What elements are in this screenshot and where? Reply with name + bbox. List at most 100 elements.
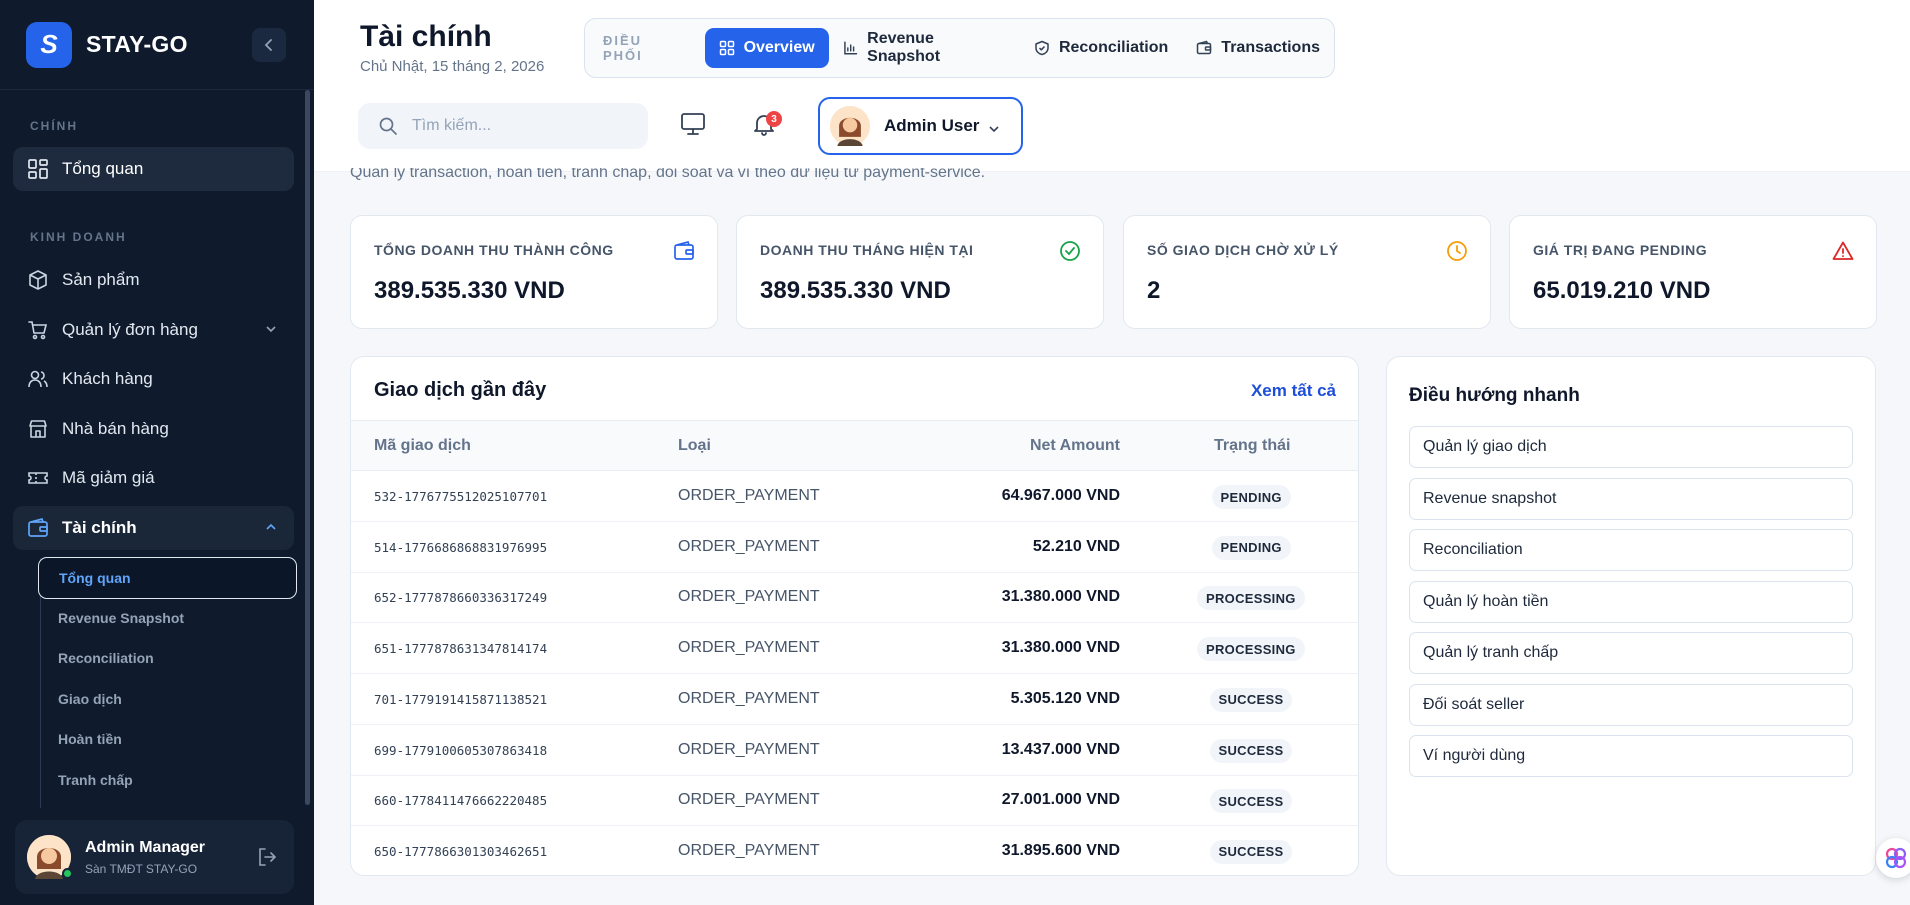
column-header-amount: Net Amount xyxy=(1029,437,1120,454)
recent-transactions-title: Giao dịch gần đây xyxy=(374,379,547,401)
sidebar-item-label: Sản phẩm xyxy=(62,270,140,289)
transaction-id: 532-1776775512025107701 xyxy=(374,489,548,504)
stat-value: 389.535.330 VND xyxy=(760,277,951,304)
stat-value: 65.019.210 VND xyxy=(1533,277,1711,304)
page-description: Quản lý transaction, hoàn tiền, tranh ch… xyxy=(350,168,986,181)
transaction-id: 514-1776686868831976995 xyxy=(374,539,548,555)
stat-card-total-revenue: TỔNG DOANH THU THÀNH CÔNG 389.535.330 VN… xyxy=(350,215,718,329)
table-row[interactable]: 701-1779191415871138521 ORDER_PAYMENT 5.30… xyxy=(351,674,1358,725)
dashboard-icon xyxy=(28,159,48,179)
sidebar-item-orders[interactable]: Quản lý đơn hàng xyxy=(13,308,294,352)
user-menu-button[interactable]: Admin User xyxy=(818,97,1023,155)
section-label-business: KINH DOANH xyxy=(30,230,127,244)
quick-nav-item[interactable]: Revenue snapshot xyxy=(1409,477,1853,520)
tab-label: Overview xyxy=(743,39,815,56)
users-icon xyxy=(28,370,48,388)
quick-nav-item[interactable]: Ví người dùng xyxy=(1409,735,1853,777)
column-header-status: Trạng thái xyxy=(1214,437,1291,454)
sidebar-item-sellers[interactable]: Nhà bán hàng xyxy=(13,407,294,451)
table-header: Mã giao dịch Loại Net Amount Trạng thái xyxy=(351,420,1358,471)
logo[interactable]: S xyxy=(26,21,72,68)
sidebar-item-overview[interactable]: Tổng quan xyxy=(13,147,294,191)
quick-nav-item[interactable]: Quản lý hoàn tiền xyxy=(1409,580,1853,623)
transaction-type: ORDER_PAYMENT xyxy=(678,841,820,859)
table-row[interactable]: 699-1779100605307863418 ORDER_PAYMENT 13.4… xyxy=(351,725,1358,776)
page-title: Tài chính xyxy=(360,20,492,53)
bar-chart-icon xyxy=(843,41,857,55)
tab-reconciliation[interactable]: Reconciliation xyxy=(1020,28,1182,68)
quick-nav-item[interactable]: Reconciliation xyxy=(1409,529,1853,571)
table-row[interactable]: 650-1777866301303462651 ORDER_PAYMENT 31.8… xyxy=(351,826,1358,875)
chevron-left-icon xyxy=(264,39,272,51)
sidebar-item-label: Mã giảm giá xyxy=(62,468,155,487)
sidebar-subitem-transactions[interactable]: Giao dịch xyxy=(58,691,122,707)
notification-badge: 3 xyxy=(766,111,782,127)
user-menu-name: Admin User xyxy=(884,116,980,135)
sidebar-subitem-disputes[interactable]: Tranh chấp xyxy=(58,772,133,788)
view-all-link[interactable]: Xem tất cả xyxy=(1251,381,1336,401)
sidebar-subitem-revenue-snapshot[interactable]: Revenue Snapshot xyxy=(58,610,184,626)
chevron-down-icon xyxy=(266,326,276,333)
sidebar-user-card[interactable]: Admin Manager Sàn TMĐT STAY-GO xyxy=(15,820,294,894)
status-badge: PROCESSING xyxy=(1197,586,1305,611)
quick-nav-item[interactable]: Quản lý tranh chấp xyxy=(1409,632,1853,674)
tab-overview[interactable]: Overview xyxy=(704,28,829,68)
stat-card-pending-count: SỐ GIAO DỊCH CHỜ XỬ LÝ 2 xyxy=(1123,215,1491,329)
table-row[interactable]: 514-1776686868831976995 ORDER_PAYMENT 52.2… xyxy=(351,522,1358,573)
collapse-sidebar-button[interactable] xyxy=(252,28,286,62)
sidebar-item-finance[interactable]: Tài chính xyxy=(13,506,294,550)
stat-label: GIÁ TRỊ ĐANG PENDING xyxy=(1533,242,1708,258)
transaction-type: ORDER_PAYMENT xyxy=(678,740,820,758)
cart-icon xyxy=(28,321,48,340)
tab-transactions[interactable]: Transactions xyxy=(1182,28,1334,68)
sidebar-item-label: Quản lý đơn hàng xyxy=(62,320,198,339)
sidebar-user-name: Admin Manager xyxy=(85,838,206,856)
logout-icon[interactable] xyxy=(256,846,278,868)
quick-nav-item[interactable]: Quản lý giao dịch xyxy=(1409,426,1853,468)
sidebar-item-customers[interactable]: Khách hàng xyxy=(13,357,294,401)
transaction-amount: 31.380.000 VND xyxy=(1001,639,1120,657)
transaction-id: 651-1777878631347814174 xyxy=(374,641,548,657)
tab-revenue-snapshot[interactable]: Revenue Snapshot xyxy=(829,28,1020,68)
avatar xyxy=(27,835,73,879)
online-status-dot xyxy=(62,868,73,879)
sidebar-item-label: Tài chính xyxy=(62,518,137,537)
stat-card-month-revenue: DOANH THU THÁNG HIỆN TẠI 389.535.330 VND xyxy=(736,215,1104,329)
avatar-image xyxy=(830,106,870,146)
status-badge: SUCCESS xyxy=(1209,789,1293,814)
status-badge: SUCCESS xyxy=(1209,687,1293,712)
sidebar-item-coupons[interactable]: Mã giảm giá xyxy=(13,456,294,500)
monitor-icon[interactable] xyxy=(680,112,706,136)
sidebar-subitem-finance-overview[interactable]: Tổng quan xyxy=(38,557,297,599)
avatar xyxy=(830,106,870,146)
tab-label: Transactions xyxy=(1221,39,1320,56)
status-badge: SUCCESS xyxy=(1209,839,1293,864)
transaction-amount: 31.380.000 VND xyxy=(1001,588,1120,606)
sidebar-subitem-refunds[interactable]: Hoàn tiền xyxy=(58,731,122,747)
sidebar-item-label: Nhà bán hàng xyxy=(62,419,169,438)
sidebar-item-products[interactable]: Sản phẩm xyxy=(13,258,294,302)
sidebar-user-subtitle: Sàn TMĐT STAY-GO xyxy=(85,861,198,876)
table-row[interactable]: 532-1776775512025107701 ORDER_PAYMENT 64.9… xyxy=(351,471,1358,522)
sidebar-scrollbar[interactable] xyxy=(305,90,310,805)
shield-check-icon xyxy=(1035,40,1049,56)
sidebar-item-label: Khách hàng xyxy=(62,369,153,388)
search-input[interactable]: Tìm kiếm... xyxy=(358,103,648,149)
alert-triangle-icon xyxy=(1832,241,1854,260)
table-row[interactable]: 652-1777878660336317249 ORDER_PAYMENT 31.3… xyxy=(351,572,1358,624)
assistant-floating-button[interactable] xyxy=(1876,838,1910,878)
transaction-amount: 52.210 VND xyxy=(1032,537,1120,555)
table-row[interactable]: 660-1778411476662220485 ORDER_PAYMENT 27.0… xyxy=(351,775,1358,827)
tab-label: Reconciliation xyxy=(1058,39,1169,56)
grid-icon xyxy=(719,40,734,56)
tabs-label: ĐIỀU PHỐI xyxy=(603,33,643,63)
box-icon xyxy=(29,270,47,290)
quick-nav-item[interactable]: Đối soát seller xyxy=(1409,683,1853,726)
sidebar-subitem-reconciliation[interactable]: Reconciliation xyxy=(58,650,154,666)
stat-card-pending-value: GIÁ TRỊ ĐANG PENDING 65.019.210 VND xyxy=(1509,215,1877,329)
top-header: Tài chính Chủ Nhật, 15 tháng 2, 2026 ĐIỀ… xyxy=(314,0,1910,172)
brand-name: STAY-GO xyxy=(86,31,188,57)
store-icon xyxy=(29,420,47,438)
stat-value: 2 xyxy=(1147,277,1161,304)
table-row[interactable]: 651-1777878631347814174 ORDER_PAYMENT 31.3… xyxy=(351,623,1358,675)
